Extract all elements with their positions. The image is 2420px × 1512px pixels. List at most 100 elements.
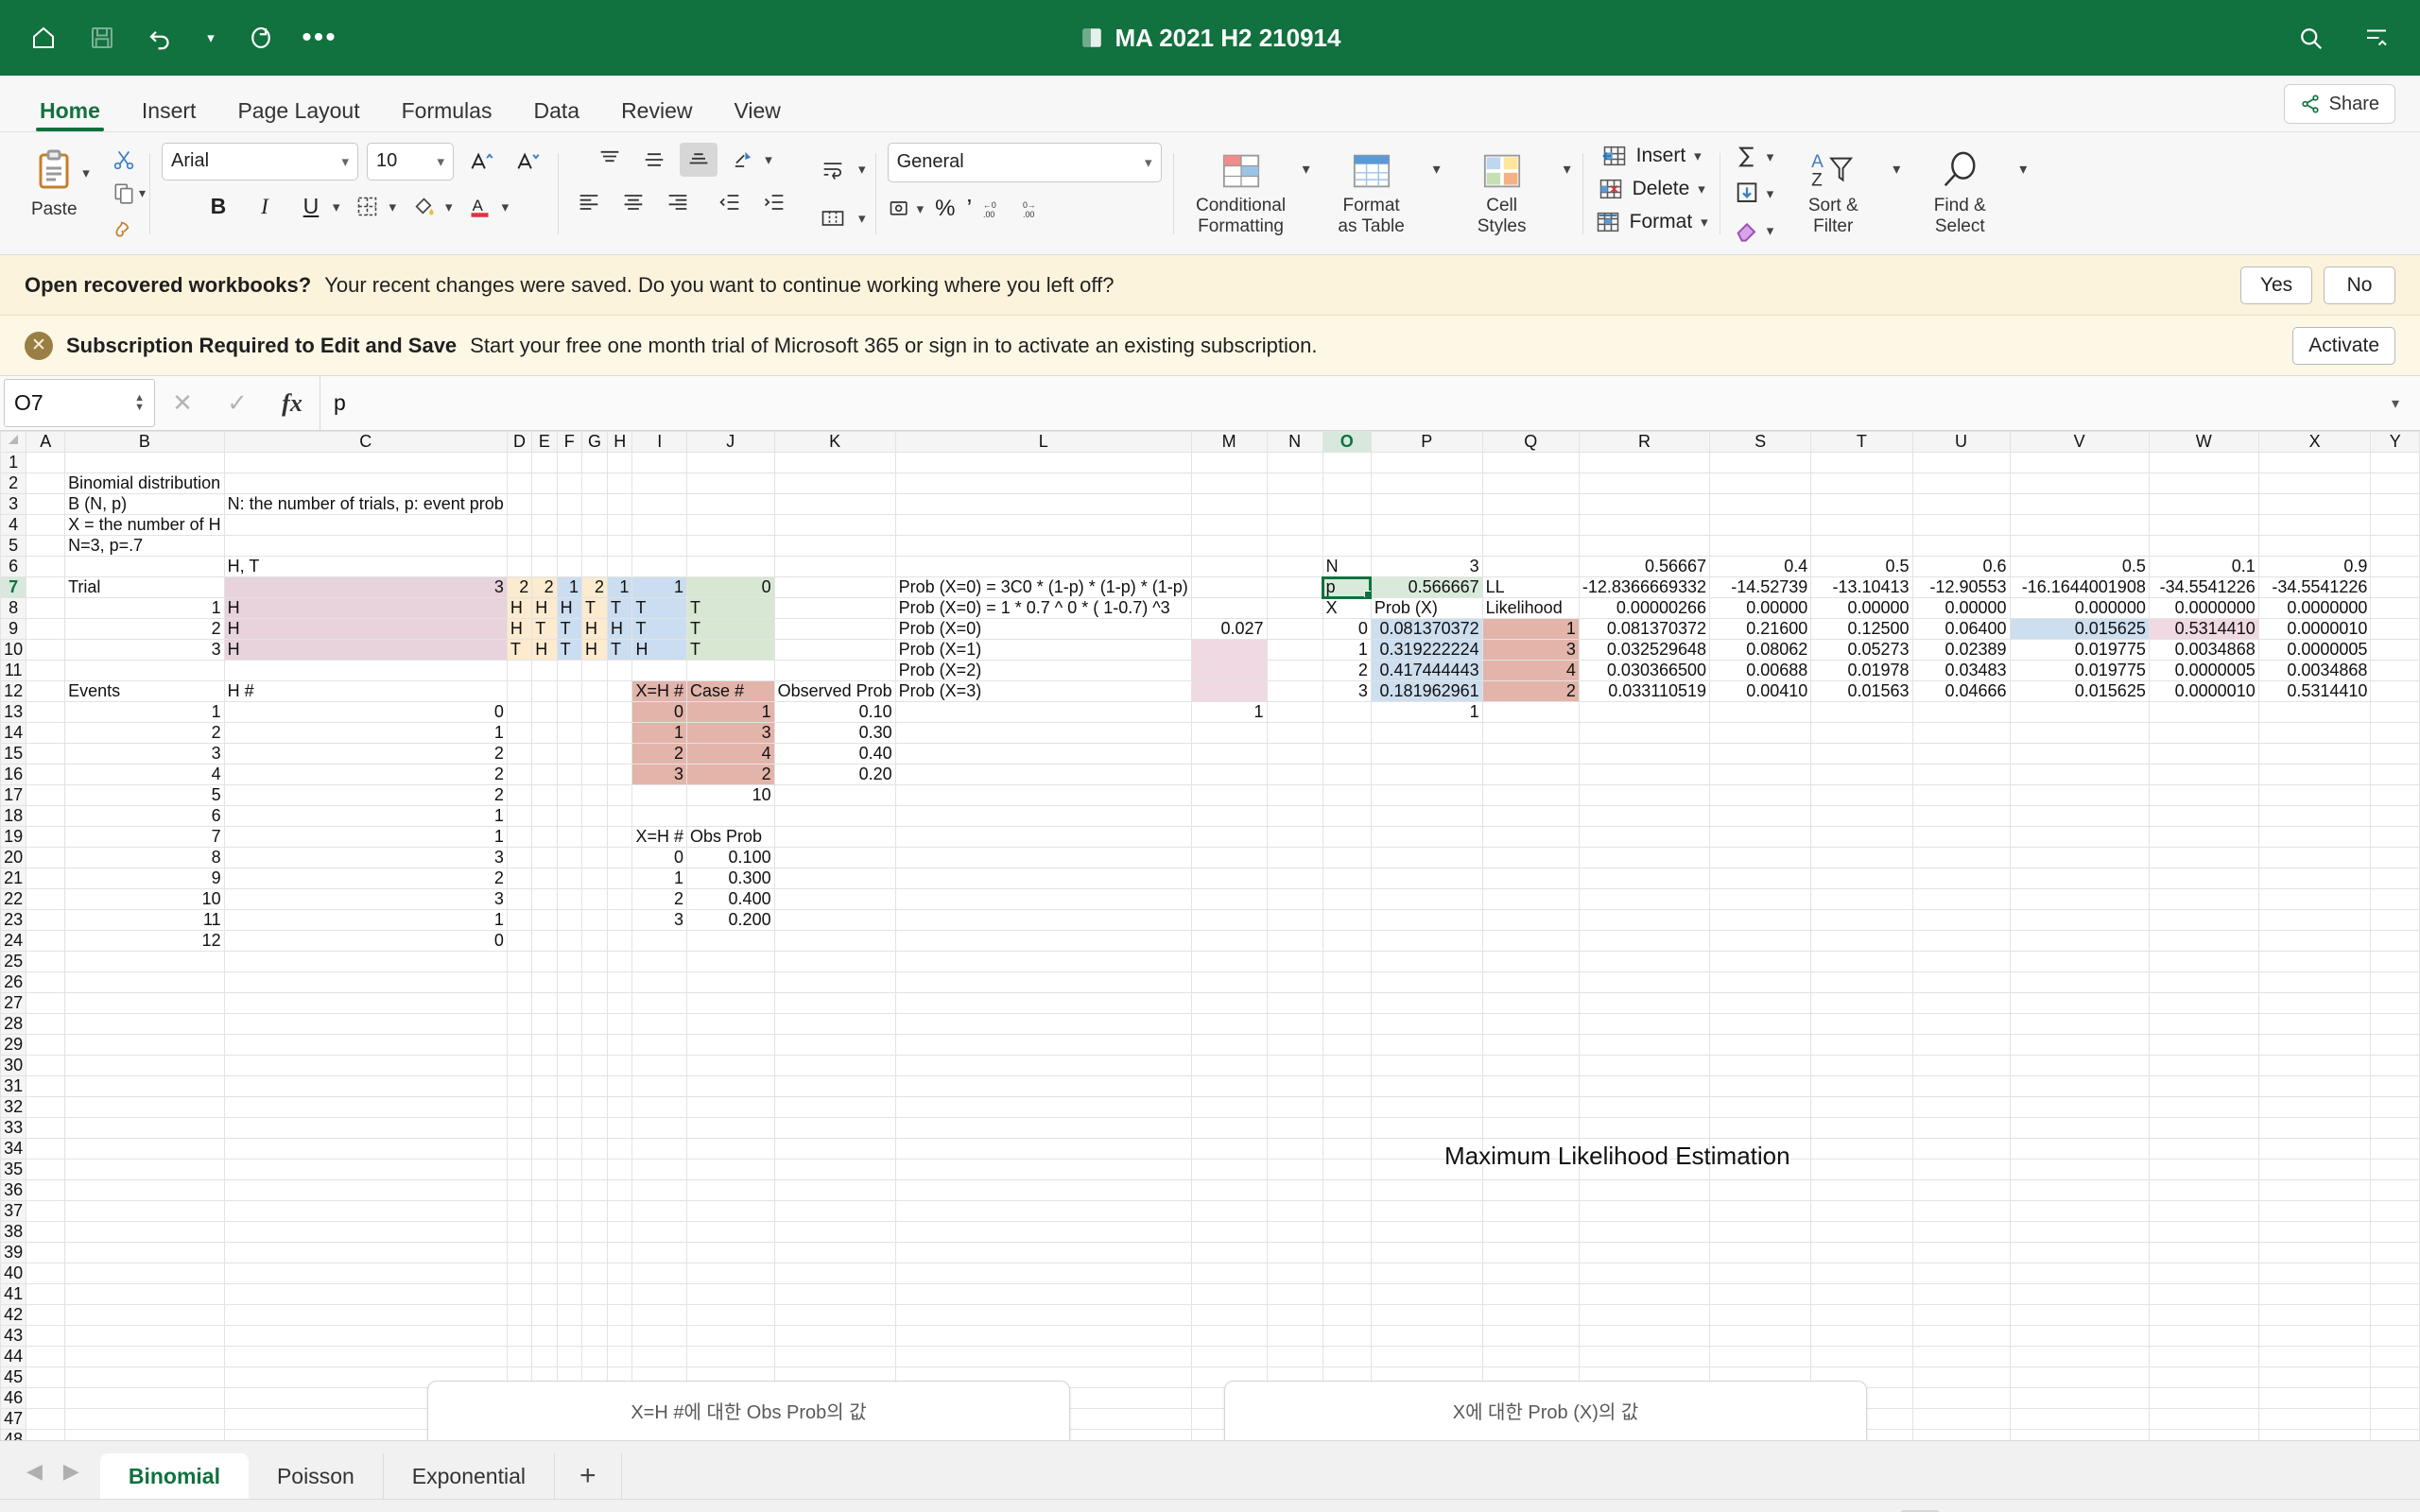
cell-q4[interactable] [1481, 514, 1580, 536]
merge-dropdown-icon[interactable]: ▾ [858, 210, 866, 227]
cell-e36[interactable] [531, 1179, 558, 1201]
cell-b47[interactable] [64, 1408, 225, 1430]
cell-t15[interactable] [1810, 743, 1913, 765]
cell-case-x-1[interactable]: 1 [631, 722, 687, 744]
cell-h5[interactable] [607, 535, 633, 557]
cell-f18[interactable] [556, 805, 583, 827]
cell-obs-prob-header[interactable]: Obs Prob [685, 826, 775, 848]
cell-i31[interactable] [631, 1075, 687, 1097]
cell-s5[interactable] [1709, 535, 1812, 557]
cell-j44[interactable] [685, 1346, 775, 1367]
cell-y22[interactable] [2370, 888, 2420, 910]
cell-b6[interactable] [64, 556, 225, 577]
cell-l25[interactable] [894, 951, 1192, 972]
cell-o28[interactable] [1322, 1013, 1372, 1035]
cell-d34[interactable] [506, 1138, 533, 1160]
cell-h2[interactable] [607, 472, 633, 494]
close-icon[interactable]: ✕ [25, 331, 53, 360]
cell-e6[interactable] [531, 556, 558, 577]
cell-i5[interactable] [631, 535, 687, 557]
cell-x22[interactable] [2257, 888, 2372, 910]
cell-g13[interactable] [580, 701, 609, 723]
row-header-14[interactable]: 14 [0, 722, 27, 744]
cell-k4[interactable] [773, 514, 896, 536]
cell-f12[interactable] [556, 680, 583, 702]
cell-mle-r8-1[interactable]: 0.00000 [1709, 597, 1812, 619]
cell-c30[interactable] [223, 1055, 508, 1076]
cell-l17[interactable] [894, 784, 1192, 806]
cell-k21[interactable] [773, 868, 896, 889]
cell-j34[interactable] [685, 1138, 775, 1160]
cell-k11[interactable] [773, 660, 896, 681]
cell-x26[interactable] [2257, 971, 2372, 993]
cell-j39[interactable] [685, 1242, 775, 1263]
cell-m33[interactable] [1190, 1117, 1268, 1139]
cell-j4[interactable] [685, 514, 775, 536]
cell-d3[interactable] [506, 493, 533, 515]
cell-event-h-1[interactable]: 0 [223, 701, 508, 723]
cell-f27[interactable] [556, 992, 583, 1014]
cell-trial-index-10[interactable]: 3 [64, 639, 225, 661]
cell-j42[interactable] [685, 1304, 775, 1326]
cell-x29[interactable] [2257, 1034, 2372, 1056]
cell-e16[interactable] [531, 764, 558, 785]
cell-r16[interactable] [1578, 764, 1711, 785]
cell-m26[interactable] [1190, 971, 1268, 993]
cell-u23[interactable] [1911, 909, 2011, 931]
cell-y36[interactable] [2370, 1179, 2420, 1201]
cell-m16[interactable] [1190, 764, 1268, 785]
cell-c39[interactable] [223, 1242, 508, 1263]
cell-v13[interactable] [2009, 701, 2150, 723]
cell-u4[interactable] [1911, 514, 2011, 536]
cell-h13[interactable] [607, 701, 633, 723]
cell-u26[interactable] [1911, 971, 2011, 993]
cell-coin-j9[interactable]: T [685, 618, 775, 640]
cell-a44[interactable] [26, 1346, 66, 1367]
cell-e5[interactable] [531, 535, 558, 557]
cell-x16[interactable] [2257, 764, 2372, 785]
cell-l31[interactable] [894, 1075, 1192, 1097]
cell-event-h-4[interactable]: 2 [223, 764, 508, 785]
cell-h17[interactable] [607, 784, 633, 806]
cell-x38[interactable] [2257, 1221, 2372, 1243]
row-header-18[interactable]: 18 [0, 805, 27, 827]
cell-y2[interactable] [2370, 472, 2420, 494]
cell-g12[interactable] [580, 680, 609, 702]
cell-n40[interactable] [1266, 1263, 1323, 1284]
cell-b27[interactable] [64, 992, 225, 1014]
cell-f2[interactable] [556, 472, 583, 494]
cell-y24[interactable] [2370, 930, 2420, 952]
cell-coin-f8[interactable]: H [556, 597, 583, 619]
tab-data[interactable]: Data [512, 100, 600, 131]
cell-w46[interactable] [2148, 1387, 2259, 1409]
cell-w1[interactable] [2148, 452, 2259, 473]
column-header-p[interactable]: P [1370, 431, 1483, 453]
cell-d15[interactable] [506, 743, 533, 765]
cell-v32[interactable] [2009, 1096, 2150, 1118]
cell-y3[interactable] [2370, 493, 2420, 515]
cell-h36[interactable] [607, 1179, 633, 1201]
cell-coin-i9[interactable]: T [631, 618, 687, 640]
cell-h12[interactable] [607, 680, 633, 702]
cell-s30[interactable] [1709, 1055, 1812, 1076]
cell-t21[interactable] [1810, 868, 1913, 889]
cell-r28[interactable] [1578, 1013, 1711, 1035]
cell-o3[interactable] [1322, 493, 1372, 515]
cell-b32[interactable] [64, 1096, 225, 1118]
cell-coin-d8[interactable]: H [506, 597, 533, 619]
cell-e19[interactable] [531, 826, 558, 848]
cell-probtable-lik-3[interactable]: 2 [1481, 680, 1580, 702]
row-header-40[interactable]: 40 [0, 1263, 27, 1284]
cell-case-x-0[interactable]: 0 [631, 701, 687, 723]
cell-e17[interactable] [531, 784, 558, 806]
cell-g20[interactable] [580, 847, 609, 868]
cell-a25[interactable] [26, 951, 66, 972]
cell-o31[interactable] [1322, 1075, 1372, 1097]
cell-b33[interactable] [64, 1117, 225, 1139]
cell-h11[interactable] [607, 660, 633, 681]
cell-d38[interactable] [506, 1221, 533, 1243]
cell-u17[interactable] [1911, 784, 2011, 806]
cell-n22[interactable] [1266, 888, 1323, 910]
currency-dropdown-icon[interactable]: ▾ [917, 200, 925, 217]
cell-d35[interactable] [506, 1159, 533, 1180]
